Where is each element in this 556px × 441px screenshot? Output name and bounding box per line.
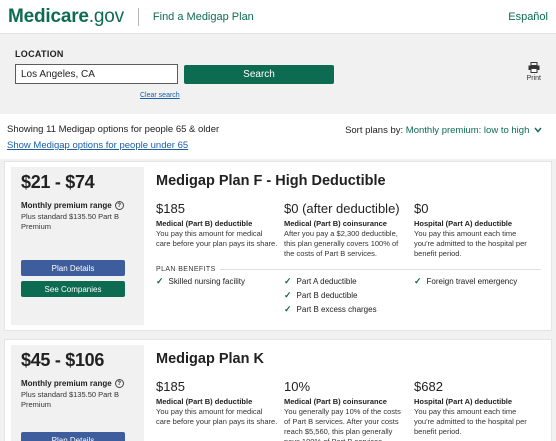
part-b-deductible-column: $185 Medical (Part B) deductible You pay…	[156, 201, 284, 259]
part-b-deductible-label: Medical (Part B) deductible	[156, 219, 253, 228]
benefit-item: ✓ Part B deductible	[284, 290, 414, 301]
part-a-deductible-column: $682 Hospital (Part A) deductible You pa…	[414, 379, 541, 441]
part-b-deductible-column: $185 Medical (Part B) deductible You pay…	[156, 379, 284, 441]
see-companies-button[interactable]: See Companies	[21, 281, 125, 297]
benefits-divider	[219, 269, 541, 270]
premium-range-text: Monthly premium range	[21, 201, 112, 210]
benefit-label: Part B deductible	[296, 291, 358, 300]
benefit-item: ✓ Part A deductible	[284, 276, 414, 287]
plan-info: Medigap Plan F - High Deductible $185 Me…	[144, 162, 551, 330]
part-b-coinsurance-column: 10% Medical (Part B) coinsurance You gen…	[284, 379, 414, 441]
print-button[interactable]: Print	[527, 62, 541, 82]
help-icon[interactable]: ?	[114, 379, 124, 388]
medicare-logo[interactable]: Medicare.gov	[8, 6, 124, 28]
results-summary-bar: Showing 11 Medigap options for people 65…	[0, 114, 556, 159]
premium-range-text: Monthly premium range	[21, 379, 112, 388]
part-a-deductible-value: $682	[414, 379, 443, 394]
part-b-coinsurance-value: 10%	[284, 379, 311, 394]
part-a-deductible-desc: You pay this amount each time you're adm…	[414, 229, 527, 258]
plan-card: $45 - $106 Monthly premium range ? Plus …	[4, 339, 552, 441]
printer-icon	[528, 62, 540, 73]
part-b-coinsurance-label: Medical (Part B) coinsurance	[284, 397, 387, 406]
part-b-premium-note: Plus standard $135.50 Part B Premium	[21, 212, 119, 231]
part-a-deductible-desc: You pay this amount each time you're adm…	[414, 407, 527, 436]
part-b-premium-note: Plus standard $135.50 Part B Premium	[21, 390, 119, 409]
benefit-label: Skilled nursing facility	[168, 277, 246, 286]
find-medigap-plan-link[interactable]: Find a Medigap Plan	[153, 11, 254, 23]
part-a-deductible-label: Hospital (Part A) deductible	[414, 397, 513, 406]
plan-info: Medigap Plan K $185 Medical (Part B) ded…	[144, 340, 551, 441]
part-b-coinsurance-desc: You generally pay 10% of the costs of Pa…	[284, 407, 401, 441]
benefit-label: Part B excess charges	[296, 305, 377, 314]
location-input[interactable]	[15, 64, 178, 84]
plan-list: $21 - $74 Monthly premium range ? Plus s…	[0, 159, 556, 441]
premium-range-label: Monthly premium range ?	[21, 201, 134, 210]
part-b-coinsurance-desc: After you pay a $2,300 deductible, this …	[284, 229, 399, 258]
part-b-coinsurance-value: $0 (after deductible)	[284, 201, 400, 216]
part-b-deductible-desc: You pay this amount for medical care bef…	[156, 229, 278, 248]
plan-title: Medigap Plan K	[156, 351, 264, 367]
checkmark-icon: ✓	[284, 304, 292, 314]
location-label: LOCATION	[15, 49, 64, 59]
part-b-deductible-value: $185	[156, 201, 185, 216]
benefits-column-1: ✓ Skilled nursing facility	[156, 276, 284, 318]
plan-details-button[interactable]: Plan Details	[21, 260, 125, 276]
search-button[interactable]: Search	[184, 64, 334, 84]
sort-label: Sort plans by:	[345, 125, 404, 136]
benefit-item: ✓ Foreign travel emergency	[414, 276, 517, 287]
plan-card: $21 - $74 Monthly premium range ? Plus s…	[4, 161, 552, 331]
part-b-coinsurance-label: Medical (Part B) coinsurance	[284, 219, 387, 228]
checkmark-icon: ✓	[284, 276, 292, 286]
benefit-label: Part A deductible	[296, 277, 357, 286]
plan-benefits-heading: PLAN BENEFITS	[156, 266, 541, 273]
under-65-options-link[interactable]: Show Medigap options for people under 65	[7, 140, 188, 151]
premium-price: $21 - $74	[21, 172, 95, 192]
plan-benefits-label: PLAN BENEFITS	[156, 266, 216, 273]
part-b-deductible-value: $185	[156, 379, 185, 394]
benefits-list: ✓ Skilled nursing facility ✓ Part A deduct…	[156, 276, 541, 318]
print-label: Print	[526, 75, 541, 82]
sort-control[interactable]: Sort plans by: Monthly premium: low to h…	[345, 125, 542, 136]
part-a-deductible-value: $0	[414, 201, 429, 216]
part-b-deductible-desc: You pay this amount for medical care bef…	[156, 407, 278, 426]
benefit-item: ✓ Part B excess charges	[284, 304, 414, 315]
plan-details-button[interactable]: Plan Details	[21, 432, 125, 441]
checkmark-icon: ✓	[156, 276, 164, 286]
benefits-column-2: ✓ Part A deductible ✓ Part B deductible ✓ P…	[284, 276, 414, 318]
part-b-deductible-label: Medical (Part B) deductible	[156, 397, 253, 406]
benefits-column-3: ✓ Foreign travel emergency	[414, 276, 517, 318]
plan-price-panel: $45 - $106 Monthly premium range ? Plus …	[11, 345, 144, 441]
header-divider	[137, 7, 139, 26]
part-a-deductible-label: Hospital (Part A) deductible	[414, 219, 513, 228]
site-header: Medicare.gov Find a Medigap Plan Español	[0, 0, 556, 34]
checkmark-icon: ✓	[414, 276, 422, 286]
benefit-item: ✓ Skilled nursing facility	[156, 276, 284, 287]
help-icon[interactable]: ?	[114, 201, 124, 210]
part-b-coinsurance-column: $0 (after deductible) Medical (Part B) c…	[284, 201, 414, 259]
part-a-deductible-column: $0 Hospital (Part A) deductible You pay …	[414, 201, 541, 259]
premium-range-label: Monthly premium range ?	[21, 379, 134, 388]
chevron-down-icon	[534, 128, 542, 134]
benefit-label: Foreign travel emergency	[426, 277, 518, 286]
clear-search-link[interactable]: Clear search	[140, 92, 180, 99]
sort-select-value[interactable]: Monthly premium: low to high	[406, 125, 530, 136]
plan-title: Medigap Plan F - High Deductible	[156, 173, 386, 189]
checkmark-icon: ✓	[284, 290, 292, 300]
plan-price-panel: $21 - $74 Monthly premium range ? Plus s…	[11, 167, 144, 325]
language-toggle-link[interactable]: Español	[508, 11, 548, 23]
premium-price: $45 - $106	[21, 350, 105, 370]
location-search-panel: LOCATION Search Clear search Print	[0, 34, 556, 114]
